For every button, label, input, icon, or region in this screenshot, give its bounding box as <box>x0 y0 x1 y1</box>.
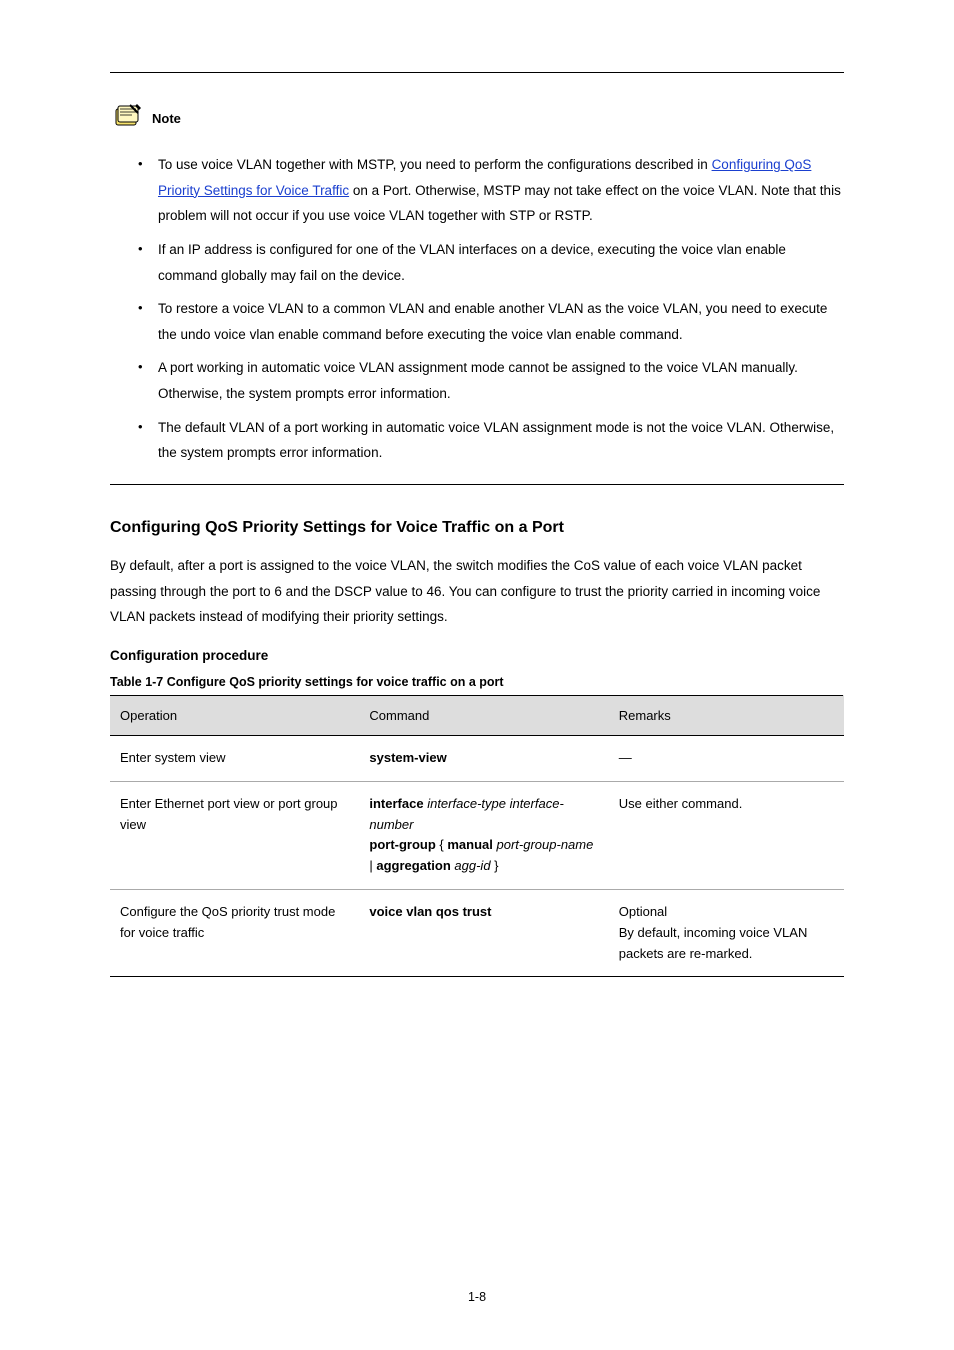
table-header-row: Operation Command Remarks <box>110 695 844 735</box>
table-row: Configure the QoS priority trust mode fo… <box>110 889 844 976</box>
note-bullet: To restore a voice VLAN to a common VLAN… <box>138 296 844 347</box>
section-heading: Configuring QoS Priority Settings for Vo… <box>110 519 844 537</box>
note-bullet: The default VLAN of a port working in au… <box>138 415 844 466</box>
th-operation: Operation <box>110 695 359 735</box>
table-caption: Table 1-7 Configure QoS priority setting… <box>110 675 844 689</box>
table-row: Enter system view system-view — <box>110 735 844 781</box>
section-paragraph: By default, after a port is assigned to … <box>110 553 844 630</box>
note-label: Note <box>152 111 181 126</box>
cell-operation: Enter Ethernet port view or port group v… <box>110 781 359 889</box>
bullet-text: A port working in automatic voice VLAN a… <box>158 360 798 401</box>
table-row: Enter Ethernet port view or port group v… <box>110 781 844 889</box>
note-bullets: To use voice VLAN together with MSTP, yo… <box>110 152 844 466</box>
top-rule <box>110 72 844 73</box>
note-bullet: If an IP address is configured for one o… <box>138 237 844 288</box>
bullet-text: To restore a voice VLAN to a common VLAN… <box>158 301 827 342</box>
cell-remarks: Use either command. <box>609 781 844 889</box>
config-table: Operation Command Remarks Enter system v… <box>110 695 844 977</box>
note-bullet: A port working in automatic voice VLAN a… <box>138 355 844 406</box>
cell-remarks: OptionalBy default, incoming voice VLAN … <box>609 889 844 976</box>
page-number: 1-8 <box>0 1290 954 1304</box>
th-command: Command <box>359 695 608 735</box>
bottom-rule <box>110 484 844 485</box>
cell-operation: Configure the QoS priority trust mode fo… <box>110 889 359 976</box>
table-body: Enter system view system-view — Enter Et… <box>110 735 844 976</box>
th-remarks: Remarks <box>609 695 844 735</box>
bullet-text: If an IP address is configured for one o… <box>158 242 786 283</box>
bullet-text: The default VLAN of a port working in au… <box>158 420 834 461</box>
cell-operation: Enter system view <box>110 735 359 781</box>
cell-command: interface interface-type interface-numbe… <box>359 781 608 889</box>
cell-command: system-view <box>359 735 608 781</box>
subsection-heading: Configuration procedure <box>110 648 844 663</box>
note-row: Note <box>110 103 844 134</box>
bullet-text-pre: To use voice VLAN together with MSTP, yo… <box>158 157 712 172</box>
note-icon <box>110 103 144 134</box>
cell-remarks: — <box>609 735 844 781</box>
cell-command: voice vlan qos trust <box>359 889 608 976</box>
note-bullet: To use voice VLAN together with MSTP, yo… <box>138 152 844 229</box>
page: Note To use voice VLAN together with MST… <box>0 0 954 1350</box>
